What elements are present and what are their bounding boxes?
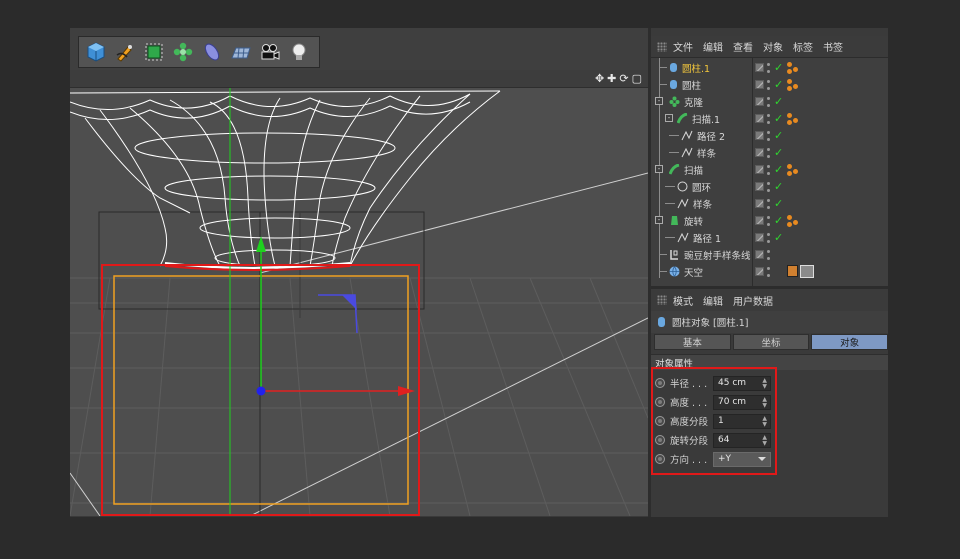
object-label: 圆环 <box>692 182 712 194</box>
object-label: 扫描 <box>684 165 704 177</box>
object-manager-menu: 文件 编辑 查看 对象 标签 书签 <box>651 36 888 58</box>
collapse-toggle-icon[interactable]: - <box>655 216 663 224</box>
grip-icon[interactable] <box>657 42 667 52</box>
subdivision-icon[interactable] <box>140 39 167 66</box>
object-row-lathe[interactable]: - 旋转 ✓ <box>651 212 888 229</box>
menu-file[interactable]: 文件 <box>673 39 693 54</box>
sky-texture-tag-icon[interactable] <box>787 265 814 278</box>
collapse-toggle-icon[interactable]: - <box>655 97 663 105</box>
object-row-sky[interactable]: 天空 <box>651 263 888 280</box>
light-icon[interactable] <box>285 39 312 66</box>
maximize-view-icon[interactable]: ▢ <box>632 72 642 85</box>
pen-icon[interactable] <box>111 39 138 66</box>
object-label: 路径 1 <box>693 233 722 245</box>
floor-icon[interactable] <box>227 39 254 66</box>
object-row-peashooter-spline[interactable]: 豌豆射手样条线 <box>651 246 888 263</box>
sky-icon <box>669 266 680 277</box>
material-tag-icon[interactable] <box>787 163 799 176</box>
cylinder-icon <box>670 80 677 89</box>
object-list: 圆柱.1 ✓ 圆柱 ✓ - 克隆 ✓ - 扫描.1 ✓ 路径 2 ✓ 样条 ✓ … <box>651 58 888 286</box>
object-row-spline-2[interactable]: 样条 ✓ <box>651 195 888 212</box>
3d-viewport[interactable] <box>70 88 648 516</box>
properties-highlight-box <box>651 367 777 475</box>
menu-mode[interactable]: 模式 <box>673 293 693 308</box>
object-title-label: 圆柱对象 [圆柱.1] <box>672 318 749 329</box>
deformer-icon[interactable] <box>198 39 225 66</box>
object-label: 克隆 <box>684 97 704 109</box>
material-tag-icon[interactable] <box>787 61 799 74</box>
menu-user-data[interactable]: 用户数据 <box>733 293 773 308</box>
object-label: 豌豆射手样条线 <box>684 250 751 262</box>
attribute-manager-menu: 模式 编辑 用户数据 <box>651 289 888 311</box>
tab-basic[interactable]: 基本 <box>654 334 731 350</box>
vase-wireframe <box>70 90 501 271</box>
collapse-toggle-icon[interactable]: - <box>655 165 663 173</box>
object-row-cloner[interactable]: - 克隆 ✓ <box>651 93 888 110</box>
object-toolbar <box>78 36 320 68</box>
object-row-circle[interactable]: 圆环 ✓ <box>651 178 888 195</box>
viewport-highlight-box <box>101 264 420 516</box>
attribute-object-title: 圆柱对象 [圆柱.1] <box>651 311 888 333</box>
null-icon <box>670 250 678 260</box>
spline-icon <box>681 147 693 158</box>
menu-bookmarks[interactable]: 书签 <box>823 39 843 54</box>
attribute-tabs: 基本 坐标 对象 <box>654 334 889 350</box>
material-tag-icon[interactable] <box>787 78 799 91</box>
menu-view[interactable]: 查看 <box>733 39 753 54</box>
layer-icon[interactable] <box>755 63 764 72</box>
object-row-path-2[interactable]: 路径 2 ✓ <box>651 127 888 144</box>
cylinder-icon <box>670 63 677 72</box>
cylinder-icon <box>658 317 665 327</box>
sweep-icon <box>677 113 688 124</box>
visibility-dots[interactable] <box>767 62 771 73</box>
tab-coordinates[interactable]: 坐标 <box>732 334 810 350</box>
spline-icon <box>681 130 693 141</box>
collapse-toggle-icon[interactable]: - <box>665 114 673 122</box>
material-tag-icon[interactable] <box>787 112 799 125</box>
object-row-cylinder-1[interactable]: 圆柱.1 ✓ <box>651 59 888 76</box>
object-row-sweep[interactable]: - 扫描 ✓ <box>651 161 888 178</box>
viewport-header: ✥ ✚ ⟳ ▢ <box>70 70 648 88</box>
object-row-path-1[interactable]: 路径 1 ✓ <box>651 229 888 246</box>
object-label: 圆柱.1 <box>682 63 711 75</box>
object-row-spline[interactable]: 样条 ✓ <box>651 144 888 161</box>
sweep-icon <box>669 164 680 175</box>
object-label: 样条 <box>697 148 717 160</box>
viewport-nav: ✥ ✚ ⟳ ▢ <box>595 72 642 85</box>
menu-edit[interactable]: 编辑 <box>703 39 723 54</box>
enabled-check-icon[interactable]: ✓ <box>774 62 783 73</box>
spline-icon <box>677 198 689 209</box>
material-tag-icon[interactable] <box>787 214 799 227</box>
cube-icon[interactable] <box>82 39 109 66</box>
object-row-cylinder[interactable]: 圆柱 ✓ <box>651 76 888 93</box>
cloner-icon[interactable] <box>169 39 196 66</box>
object-label: 样条 <box>693 199 713 211</box>
object-row-sweep-1[interactable]: - 扫描.1 ✓ <box>651 110 888 127</box>
cloner-icon <box>669 96 680 107</box>
move-view-icon[interactable]: ✥ <box>595 72 604 85</box>
object-label: 旋转 <box>684 216 704 228</box>
grip-icon[interactable] <box>657 295 667 305</box>
object-label: 扫描.1 <box>692 114 721 126</box>
circle-icon <box>677 181 688 192</box>
spline-icon <box>677 232 689 243</box>
menu-edit[interactable]: 编辑 <box>703 293 723 308</box>
object-label: 天空 <box>684 267 704 279</box>
zoom-view-icon[interactable]: ✚ <box>607 72 616 85</box>
object-label: 路径 2 <box>697 131 726 143</box>
lathe-icon <box>671 216 678 225</box>
rotate-view-icon[interactable]: ⟳ <box>619 72 628 85</box>
tab-object[interactable]: 对象 <box>811 334 889 350</box>
menu-tags[interactable]: 标签 <box>793 39 813 54</box>
menu-objects[interactable]: 对象 <box>763 39 783 54</box>
object-label: 圆柱 <box>682 80 702 92</box>
camera-icon[interactable] <box>256 39 283 66</box>
